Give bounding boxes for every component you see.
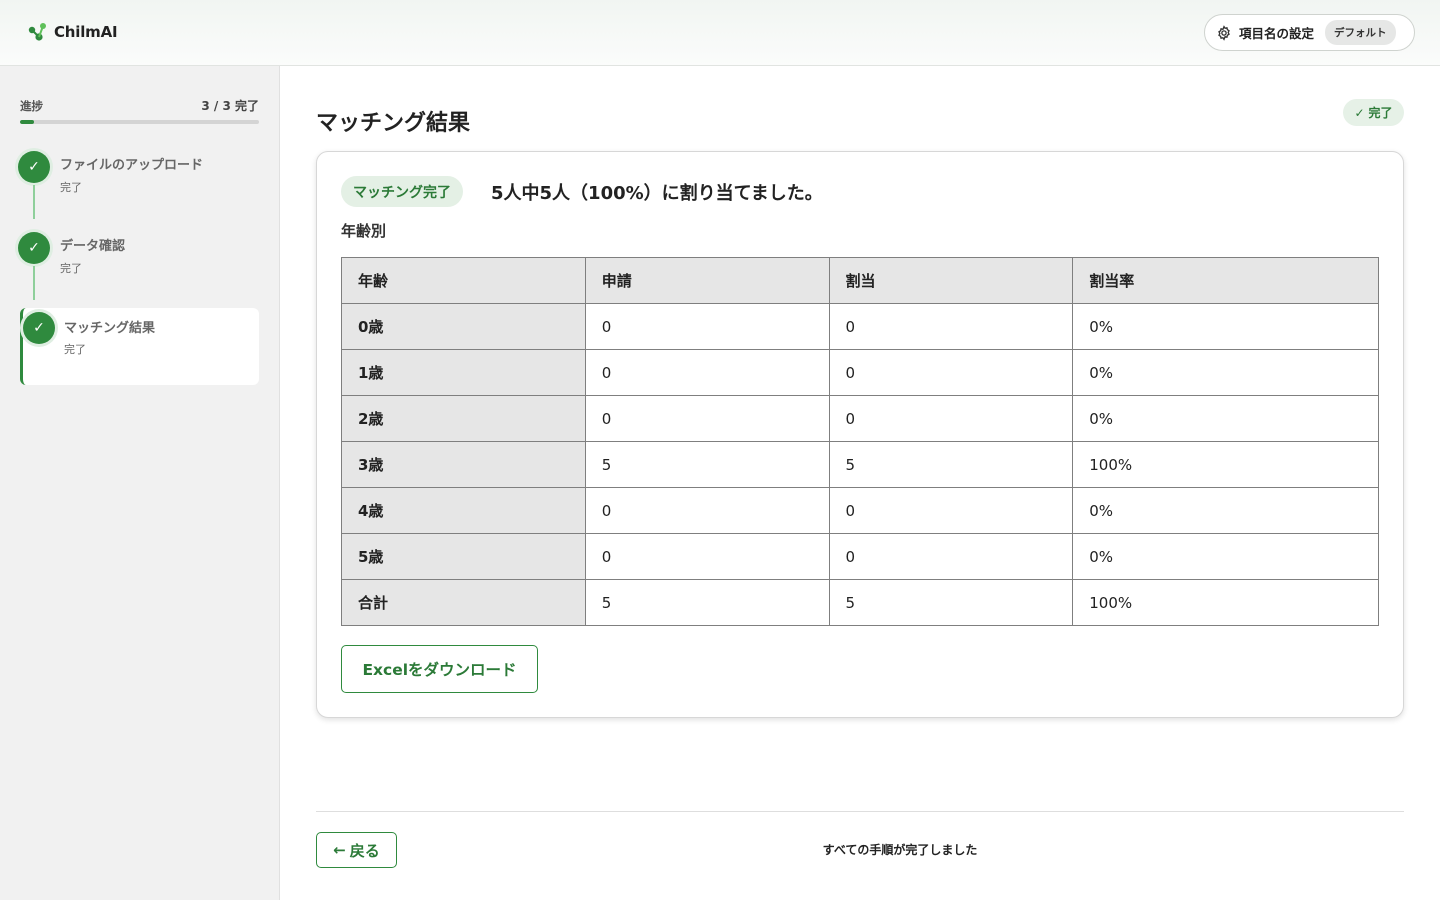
check-icon: ✓ [1354, 105, 1365, 120]
step-connector [33, 185, 35, 219]
table-row: 3歳 5 5 100% [341, 441, 1379, 488]
gear-icon [1218, 24, 1230, 41]
column-header: 割当 [828, 257, 1074, 304]
completion-message: すべての手順が完了しました [822, 843, 978, 857]
table-cell: 0 [828, 487, 1074, 534]
step-status: 完了 [64, 343, 86, 356]
table-row: 0歳 0 0 0% [341, 303, 1379, 350]
row-header: 0歳 [341, 303, 586, 350]
match-summary: 5人中5人（100%）に割り当てました。 [491, 183, 823, 204]
check-icon: ✓ [18, 232, 50, 264]
age-results-table: 年齢 申請 割当 割当率 0歳 0 0 0% 1歳 0 0 0% 2歳 0 0 … [341, 257, 1379, 626]
status-badge: ✓ 完了 [1343, 99, 1404, 126]
step-title: データ確認 [60, 239, 126, 254]
logo-mark-icon [28, 23, 46, 41]
logo-text: ChilmAI [54, 23, 118, 41]
table-cell: 5 [828, 441, 1074, 488]
progress-bar-fill [20, 120, 35, 124]
app-logo[interactable]: ChilmAI [28, 21, 118, 43]
row-header: 5歳 [341, 533, 586, 580]
progress-header: 進捗 3 / 3 完了 [20, 97, 259, 114]
app-header: ChilmAI 項目名の設定 デフォルト [0, 0, 1440, 66]
table-cell: 0% [1072, 533, 1379, 580]
table-cell: 0 [828, 533, 1074, 580]
table-cell: 0 [584, 349, 830, 396]
table-cell: 0% [1072, 487, 1379, 534]
arrow-left-icon: ← [333, 841, 346, 859]
row-header: 2歳 [341, 395, 586, 442]
table-cell: 0% [1072, 395, 1379, 442]
column-header: 年齢 [341, 257, 586, 304]
back-button-label: 戻る [349, 841, 380, 860]
table-row: 4歳 0 0 0% [341, 487, 1379, 534]
progress-bar [20, 120, 259, 124]
table-cell: 0 [584, 395, 830, 442]
row-header: 4歳 [341, 487, 586, 534]
column-header: 申請 [584, 257, 830, 304]
check-icon: ✓ [23, 312, 55, 344]
step-status: 完了 [60, 262, 82, 275]
section-label-by-age: 年齢別 [341, 222, 387, 240]
footer-divider [316, 811, 1404, 812]
table-row: 5歳 0 0 0% [341, 533, 1379, 580]
step-title: ファイルのアップロード [60, 158, 204, 173]
default-badge: デフォルト [1325, 20, 1396, 45]
table-cell: 0 [584, 303, 830, 350]
check-icon: ✓ [18, 151, 50, 183]
progress-label: 進捗 [20, 98, 43, 113]
table-row: 2歳 0 0 0% [341, 395, 1379, 442]
column-header: 割当率 [1072, 257, 1379, 304]
table-total-row: 合計 5 5 100% [341, 579, 1379, 626]
back-button[interactable]: ← 戻る [316, 832, 397, 868]
table-cell: 0 [828, 349, 1074, 396]
status-badge-label: 完了 [1368, 106, 1393, 120]
table-header-row: 年齢 申請 割当 割当率 [341, 257, 1379, 304]
row-header: 1歳 [341, 349, 586, 396]
table-cell: 0% [1072, 303, 1379, 350]
step-connector [33, 266, 35, 300]
table-cell: 100% [1072, 441, 1379, 488]
table-cell: 5 [584, 441, 830, 488]
page-title: マッチング結果 [316, 111, 471, 136]
table-cell: 0% [1072, 349, 1379, 396]
table-cell: 0 [584, 487, 830, 534]
download-excel-button[interactable]: Excelをダウンロード [341, 645, 538, 693]
step-matching-result[interactable]: ✓ マッチング結果 完了 [20, 308, 259, 385]
matching-complete-badge: マッチング完了 [341, 176, 463, 207]
table-cell: 5 [584, 579, 830, 626]
settings-label: 項目名の設定 [1239, 26, 1315, 41]
progress-sidebar: 進捗 3 / 3 完了 ✓ ファイルのアップロード 完了 ✓ データ確認 完了 … [0, 66, 280, 900]
step-status: 完了 [60, 181, 82, 194]
table-cell: 0 [584, 533, 830, 580]
row-header: 3歳 [341, 441, 586, 488]
table-row: 1歳 0 0 0% [341, 349, 1379, 396]
table-cell: 0 [828, 303, 1074, 350]
table-cell: 0 [828, 395, 1074, 442]
step-title: マッチング結果 [64, 321, 156, 336]
field-name-settings-button[interactable]: 項目名の設定 デフォルト [1204, 14, 1415, 51]
row-header: 合計 [341, 579, 586, 626]
table-cell: 5 [828, 579, 1074, 626]
result-card: マッチング完了 5人中5人（100%）に割り当てました。 年齢別 年齢 申請 割… [316, 151, 1404, 718]
table-cell: 100% [1072, 579, 1379, 626]
progress-count: 3 / 3 完了 [201, 99, 259, 113]
